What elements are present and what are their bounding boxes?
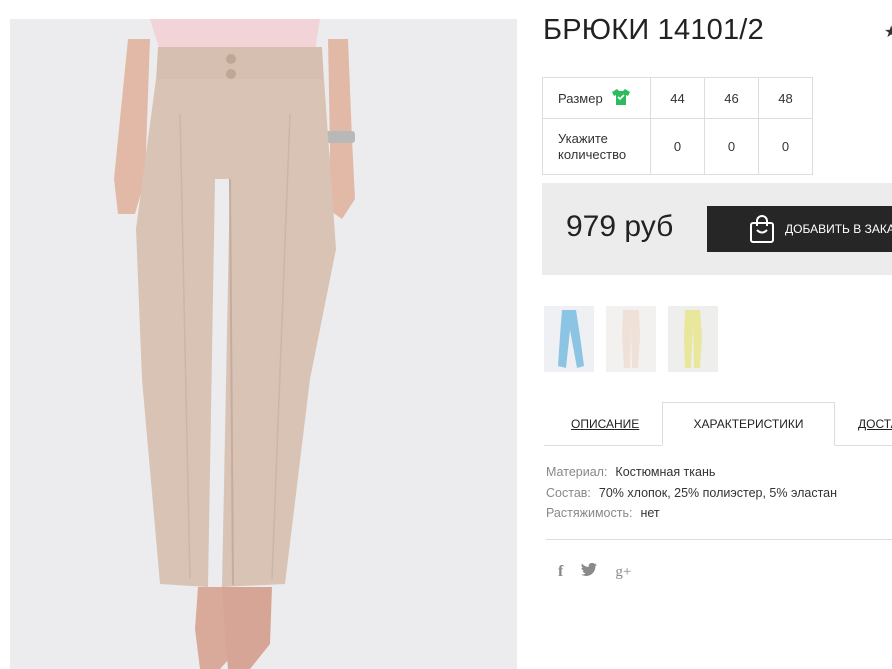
spec-key: Материал: [546,465,608,479]
spec-row: Состав: 70% хлопок, 25% полиэстер, 5% эла… [546,486,837,500]
spec-key: Состав: [546,486,591,500]
tab-description[interactable]: ОПИСАНИЕ [571,402,639,446]
section-divider [546,539,892,540]
google-plus-icon[interactable]: g+ [615,564,631,581]
price-box: 979 руб ДОБАВИТЬ В ЗАКАЗ [542,183,892,275]
add-to-order-label: ДОБАВИТЬ В ЗАКАЗ [785,222,892,236]
tab-delivery[interactable]: ДОСТАВКА [858,402,892,446]
quantity-label: Укажите количество [542,118,651,175]
thumbnail-beige[interactable] [606,306,656,372]
quantity-input[interactable]: 0 [704,118,759,175]
color-thumbnails [544,306,718,372]
thumbnail-blue[interactable] [544,306,594,372]
twitter-icon[interactable] [581,562,598,581]
size-option: 44 [650,77,705,119]
size-label-cell: Размер [542,77,651,119]
tab-description-label: ОПИСАНИЕ [571,417,640,431]
size-option: 46 [704,77,759,119]
size-table: Размер 44 46 48 Укажите количество 0 0 0 [542,77,813,175]
quantity-input[interactable]: 0 [650,118,705,175]
spec-value: 70% хлопок, 25% полиэстер, 5% эластан [598,486,838,500]
price: 979 руб [566,210,674,243]
add-to-order-button[interactable]: ДОБАВИТЬ В ЗАКАЗ [707,206,892,252]
product-title: БРЮКИ 14101/2 [543,14,764,46]
social-links: f g+ [558,562,631,581]
facebook-icon[interactable]: f [558,563,563,581]
favorite-star-icon[interactable]: ★ [884,22,892,42]
size-option: 48 [758,77,813,119]
spec-value: Костюмная ткань [615,465,716,479]
thumbnail-yellow[interactable] [668,306,718,372]
spec-row: Растяжимость: нет [546,506,660,520]
tab-delivery-label: ДОСТАВКА [858,417,892,431]
quantity-input[interactable]: 0 [758,118,813,175]
spec-key: Растяжимость: [546,506,633,520]
product-tabs: ОПИСАНИЕ ХАРАКТЕРИСТИКИ ДОСТАВКА [544,402,892,446]
product-photo[interactable] [10,19,517,669]
spec-value: нет [640,506,660,520]
spec-row: Материал: Костюмная ткань [546,465,715,479]
pants-illustration [10,19,517,669]
tab-characteristics[interactable]: ХАРАКТЕРИСТИКИ [662,402,835,446]
shopping-bag-icon [749,214,775,244]
tshirt-icon[interactable] [611,88,631,109]
size-label: Размер [558,90,603,106]
tab-characteristics-label: ХАРАКТЕРИСТИКИ [693,417,804,431]
